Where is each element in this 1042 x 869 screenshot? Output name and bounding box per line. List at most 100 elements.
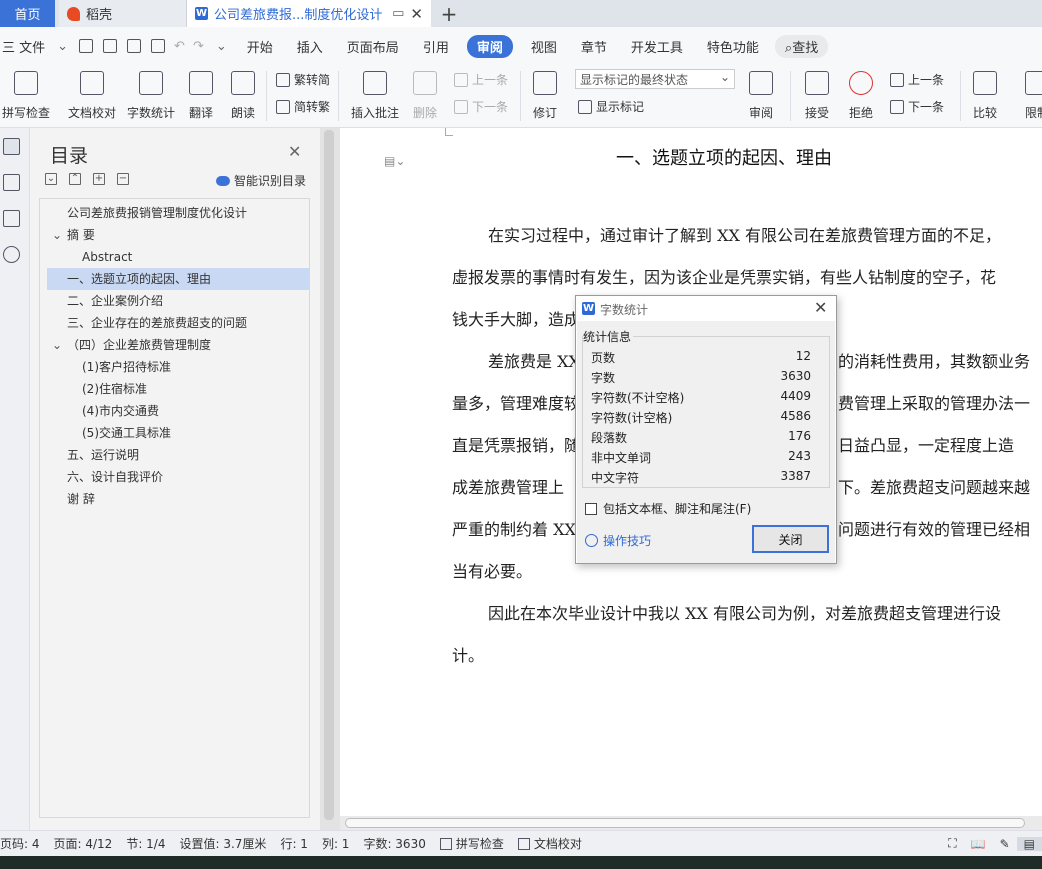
toc-item-label: Abstract <box>82 250 133 264</box>
doc-line: 严重的制约着 XX <box>452 520 576 539</box>
add-heading-icon[interactable]: + <box>93 173 105 185</box>
toc-item-label: (1)客户招待标准 <box>82 360 171 374</box>
edit-mode-icon[interactable]: ✎ <box>993 837 1017 851</box>
tab-daoke[interactable]: 稻壳 <box>59 0 187 27</box>
menu-chapter[interactable]: 章节 <box>569 37 619 56</box>
undo-icon[interactable]: ↶ <box>174 39 185 54</box>
accept-button[interactable]: 接受 <box>800 65 834 128</box>
find-icon[interactable] <box>3 246 20 263</box>
new-tab-button[interactable]: + <box>431 0 467 27</box>
doccheck-icon <box>80 71 104 95</box>
doc-line: 直是凭票报销，随 <box>452 436 581 455</box>
delete-comment-icon <box>413 71 437 95</box>
toc-item[interactable]: 五、运行说明 <box>47 444 309 466</box>
toc-item[interactable]: 公司差旅费报销管理制度优化设计 <box>47 202 309 224</box>
restrict-editing-button[interactable]: 限制 <box>1022 65 1042 128</box>
save-icon[interactable] <box>79 39 94 53</box>
page-view-icon[interactable]: ▤ <box>1016 836 1042 851</box>
track-changes-button[interactable]: 修订 <box>528 65 562 128</box>
menu-review[interactable]: 审阅 <box>466 34 513 58</box>
dialog-close-icon[interactable]: ✕ <box>814 298 827 317</box>
next-comment-button[interactable]: 下一条 <box>454 98 508 115</box>
print-icon[interactable] <box>127 39 142 53</box>
toc-item[interactable]: 二、企业案例介绍 <box>47 290 309 312</box>
toc-item[interactable]: (5)交通工具标准 <box>47 422 309 444</box>
close-button[interactable]: 关闭 <box>752 525 829 553</box>
reject-button[interactable]: 拒绝 <box>844 65 878 128</box>
export-icon[interactable] <box>103 39 118 53</box>
menu-file[interactable]: 三 文件 <box>0 37 57 56</box>
toc-item[interactable]: (1)客户招待标准 <box>47 356 309 378</box>
wps-dialog-icon: W <box>582 302 595 315</box>
markup-state-select[interactable]: 显示标记的最终状态 ⌄ <box>575 69 735 89</box>
toc-item[interactable]: (4)市内交通费 <box>47 400 309 422</box>
remove-heading-icon[interactable]: − <box>117 173 129 185</box>
tab-popout-icon[interactable]: ▭ <box>392 6 404 21</box>
redo-icon[interactable]: ↷ <box>193 39 204 54</box>
toc-close-icon[interactable]: ✕ <box>288 142 301 161</box>
menu-layout[interactable]: 页面布局 <box>335 37 411 56</box>
outline-icon[interactable] <box>3 174 20 191</box>
chevron-down-icon[interactable]: ⌄ <box>52 224 64 246</box>
insert-comment-button[interactable]: 插入批注 <box>350 65 400 128</box>
translate-button[interactable]: 翻译 <box>184 65 218 128</box>
expand-all-icon[interactable]: ⌃ <box>69 173 81 185</box>
menu-references[interactable]: 引用 <box>411 37 461 56</box>
menu-bar: 三 文件 ⌄ ↶ ↷ ⌄ 开始 插入 页面布局 引用 审阅 视图 章节 开发工具… <box>0 27 1042 65</box>
paragraph-style-icon[interactable]: ▤⌄ <box>384 154 405 168</box>
read-mode-icon[interactable]: 📖 <box>964 837 993 851</box>
chevron-down-icon[interactable]: ⌄ <box>52 334 64 356</box>
print-preview-icon[interactable] <box>151 39 166 53</box>
toc-item[interactable]: ⌄ 摘 要 <box>47 224 309 246</box>
toc-item[interactable]: 三、企业存在的差旅费超支的问题 <box>47 312 309 334</box>
horizontal-scrollbar[interactable] <box>345 818 1025 828</box>
toc-item[interactable]: (2)住宿标准 <box>47 378 309 400</box>
next-change-button[interactable]: 下一条 <box>890 98 944 115</box>
read-aloud-icon <box>231 71 255 95</box>
read-aloud-button[interactable]: 朗读 <box>228 65 258 128</box>
tab-home[interactable]: 首页 <box>0 0 55 27</box>
menu-insert[interactable]: 插入 <box>285 37 335 56</box>
tab-document[interactable]: W 公司差旅费报...制度优化设计 ▭ ✕ <box>187 0 431 27</box>
trad-to-simp-button[interactable]: 繁转简 <box>276 71 330 88</box>
status-setting: 设置值: 3.7厘米 <box>179 837 267 851</box>
status-words[interactable]: 字数: 3630 <box>356 835 432 852</box>
show-markup-button[interactable]: 显示标记 <box>578 98 644 115</box>
delete-comment-button[interactable]: 删除 <box>408 65 442 128</box>
simp-to-trad-button[interactable]: 简转繁 <box>276 98 330 115</box>
toc-item[interactable]: 六、设计自我评价 <box>47 466 309 488</box>
compare-button[interactable]: 比较 <box>968 65 1002 128</box>
menu-view[interactable]: 视图 <box>519 37 569 56</box>
toc-panel-icon[interactable] <box>3 138 20 155</box>
toc-item[interactable]: 谢 辞 <box>47 488 309 510</box>
status-page[interactable]: 页面: 4/12 <box>47 835 120 852</box>
toc-item[interactable]: Abstract <box>47 246 309 268</box>
review-pane-button[interactable]: 审阅 <box>744 65 778 128</box>
menu-file-chevron-icon[interactable]: ⌄ <box>57 39 68 54</box>
toc-item[interactable]: 一、选题立项的起因、理由 <box>47 268 309 290</box>
bookmark-icon[interactable] <box>3 210 20 227</box>
toc-item[interactable]: ⌄ （四）企业差旅费管理制度 <box>47 334 309 356</box>
search-button[interactable]: ⌕查找 <box>774 34 829 58</box>
quick-access-more-icon[interactable]: ⌄ <box>216 39 227 54</box>
prev-comment-button[interactable]: 上一条 <box>454 71 508 88</box>
wordcount-button[interactable]: 字数统计 <box>126 65 176 128</box>
menu-home[interactable]: 开始 <box>235 37 285 56</box>
spellcheck-status-icon <box>439 838 452 850</box>
tips-label: 操作技巧 <box>603 534 652 548</box>
doccheck-button[interactable]: 文档校对 <box>66 65 118 128</box>
menu-features[interactable]: 特色功能 <box>695 37 771 56</box>
collapse-all-icon[interactable]: ⌄ <box>45 173 57 185</box>
toc-scrollbar[interactable] <box>324 130 334 820</box>
smart-toc-button[interactable]: 智能识别目录 <box>216 172 306 189</box>
prev-change-button[interactable]: 上一条 <box>890 71 944 88</box>
fullscreen-icon[interactable]: ⛶ <box>941 836 963 851</box>
accept-icon <box>805 71 829 95</box>
tab-close-icon[interactable]: ✕ <box>410 5 423 23</box>
status-spellcheck[interactable]: 拼写检查 <box>433 835 511 852</box>
spellcheck-button[interactable]: 拼写检查 <box>0 65 52 128</box>
include-textbox-checkbox[interactable]: 包括文本框、脚注和尾注(F) <box>585 500 751 517</box>
tips-link[interactable]: 操作技巧 <box>585 532 651 549</box>
status-doccheck[interactable]: 文档校对 <box>511 835 589 852</box>
menu-developer[interactable]: 开发工具 <box>619 37 695 56</box>
